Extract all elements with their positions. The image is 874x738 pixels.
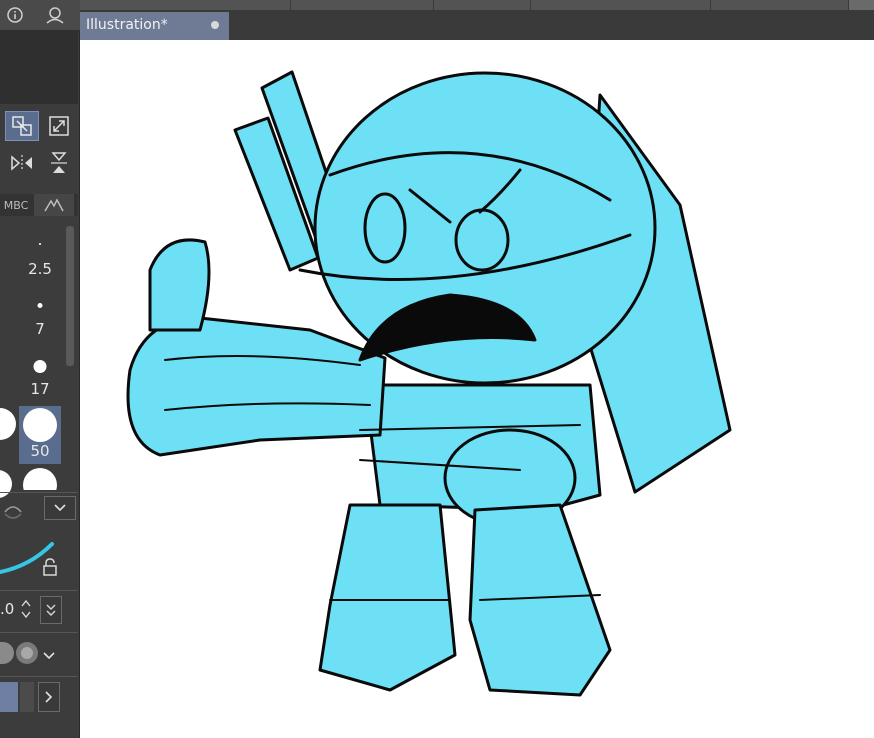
user-icon[interactable] — [40, 2, 70, 28]
slider-row — [0, 680, 78, 714]
document-title: Illustration* — [86, 17, 168, 33]
flip-vertical-icon[interactable] — [42, 148, 76, 178]
tab-mbc[interactable]: MBC — [0, 194, 32, 216]
top-menu-strip — [0, 0, 874, 10]
slider-fill[interactable] — [0, 682, 18, 712]
top-separator — [290, 0, 291, 10]
double-chevron-down-icon[interactable] — [40, 596, 62, 624]
chevron-down-icon[interactable] — [42, 646, 56, 665]
texture-swatch[interactable] — [16, 642, 38, 664]
brush-dot — [0, 408, 16, 440]
panel-header — [0, 0, 80, 30]
drawing-canvas[interactable] — [80, 40, 874, 738]
info-icon[interactable] — [0, 2, 30, 28]
brush-size-cell[interactable]: 17 — [19, 340, 61, 398]
brush-size-label: 2.5 — [28, 260, 52, 278]
texture-swatch[interactable] — [0, 642, 14, 664]
tab-mbc-label: MBC — [3, 198, 29, 212]
brush-size-label: 50 — [30, 442, 50, 460]
resize-icon[interactable] — [42, 111, 76, 141]
mountain-icon[interactable] — [34, 194, 74, 216]
top-corner-button[interactable] — [848, 0, 874, 10]
brush-dot — [39, 243, 41, 245]
slider-track[interactable] — [20, 682, 34, 712]
left-tool-panel: MBC 2.5 7 17 50 .0 — [0, 0, 80, 738]
preview-area — [0, 30, 78, 104]
brush-size-label: 17 — [30, 380, 50, 398]
brush-dot — [33, 360, 47, 373]
top-separator — [710, 0, 711, 10]
top-separator — [433, 0, 434, 10]
brush-dot — [23, 408, 57, 442]
flip-horizontal-icon[interactable] — [5, 148, 39, 178]
value-readout: .0 — [0, 600, 15, 618]
divider — [0, 676, 78, 677]
chevron-down-icon[interactable] — [44, 496, 76, 520]
sub-tabs: MBC — [0, 194, 78, 216]
divider — [0, 590, 78, 591]
lock-icon[interactable] — [42, 558, 58, 580]
scale-icon[interactable] — [5, 111, 39, 141]
brush-size-cell[interactable]: 7 — [19, 280, 61, 338]
brush-size-cell-selected[interactable]: 50 — [19, 406, 61, 464]
brush-dot — [23, 468, 57, 490]
stroke-control-row — [0, 494, 78, 528]
brush-scrollbar[interactable] — [66, 226, 74, 366]
texture-row — [0, 638, 78, 672]
tab-illustration[interactable]: Illustration* — [80, 12, 229, 40]
modified-dot-icon[interactable] — [211, 21, 219, 29]
brush-dot — [37, 303, 43, 308]
brush-size-grid: 2.5 7 17 50 — [0, 220, 66, 498]
document-tab-bar: Illustration* — [80, 10, 874, 40]
refresh-icon[interactable] — [2, 500, 24, 524]
brush-size-label: 7 — [35, 320, 45, 338]
character-illustration — [126, 70, 732, 697]
brush-size-cell[interactable] — [19, 468, 61, 490]
brush-size-cell[interactable]: 2.5 — [19, 220, 61, 278]
chevron-right-icon[interactable] — [38, 682, 60, 712]
divider — [0, 632, 78, 633]
divider — [0, 492, 78, 493]
spinner-icon[interactable] — [20, 598, 32, 624]
value-row: .0 — [0, 594, 78, 628]
top-separator — [530, 0, 531, 10]
